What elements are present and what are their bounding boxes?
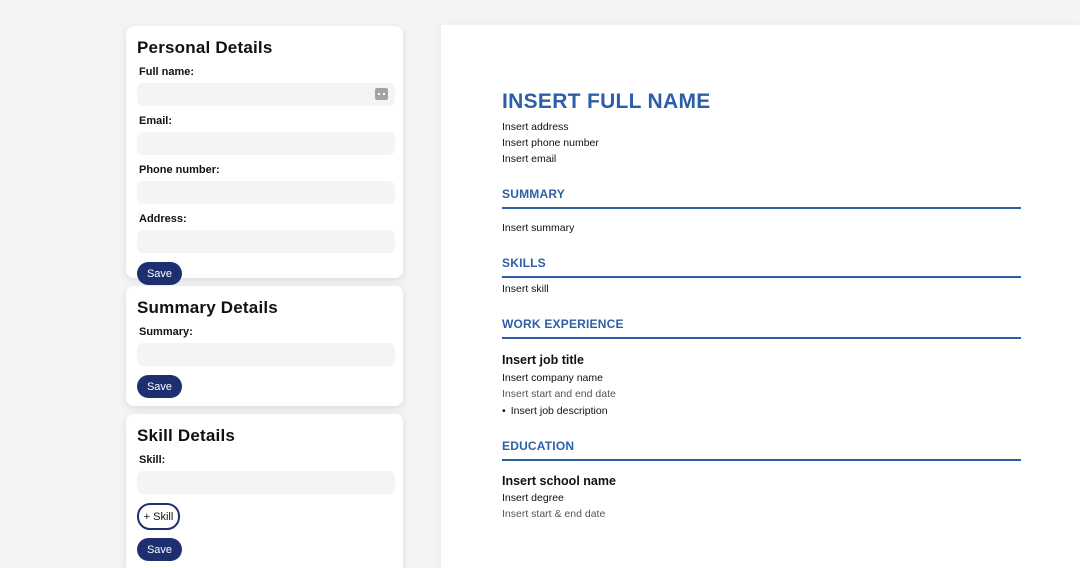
- resume-email: Insert email: [502, 153, 557, 165]
- personal-details-card: Personal Details Full name: Email: Phone…: [126, 26, 403, 285]
- resume-school: Insert school name: [502, 474, 616, 488]
- add-skill-button[interactable]: + Skill: [137, 503, 180, 530]
- phone-label: Phone number:: [139, 164, 220, 176]
- summary-save-button[interactable]: Save: [137, 375, 182, 398]
- password-key-icon[interactable]: [375, 88, 388, 100]
- summary-label: Summary:: [139, 326, 193, 338]
- personal-save-button[interactable]: Save: [137, 262, 182, 285]
- resume-skills-heading: SKILLS: [502, 256, 1021, 278]
- summary-details-title: Summary Details: [137, 298, 278, 317]
- skill-details-card: Skill Details Skill: + Skill Save: [126, 414, 403, 568]
- full-name-input[interactable]: [137, 83, 395, 106]
- resume-skill-text: Insert skill: [502, 283, 549, 295]
- resume-summary-text: Insert summary: [502, 222, 575, 234]
- phone-input[interactable]: [137, 181, 395, 204]
- resume-job-title: Insert job title: [502, 353, 584, 367]
- resume-preview: INSERT FULL NAME Insert address Insert p…: [441, 25, 1080, 568]
- resume-work-heading: WORK EXPERIENCE: [502, 317, 1021, 339]
- address-input[interactable]: [137, 230, 395, 253]
- resume-phone: Insert phone number: [502, 137, 599, 149]
- resume-job-description: Insert job description: [502, 405, 608, 417]
- personal-details-title: Personal Details: [137, 38, 273, 57]
- resume-name: INSERT FULL NAME: [502, 90, 711, 113]
- resume-address: Insert address: [502, 121, 569, 133]
- full-name-label: Full name:: [139, 66, 195, 78]
- summary-details-card: Summary Details Summary: Save: [126, 286, 403, 406]
- summary-input[interactable]: [137, 343, 395, 366]
- resume-degree: Insert degree: [502, 492, 564, 504]
- skill-input[interactable]: [137, 471, 395, 494]
- resume-education-heading: EDUCATION: [502, 439, 1021, 461]
- resume-summary-heading: SUMMARY: [502, 187, 1021, 209]
- resume-school-dates: Insert start & end date: [502, 508, 606, 520]
- resume-job-dates: Insert start and end date: [502, 388, 616, 400]
- resume-company: Insert company name: [502, 372, 603, 384]
- email-label: Email:: [139, 115, 173, 127]
- email-input[interactable]: [137, 132, 395, 155]
- address-label: Address:: [139, 213, 187, 225]
- skill-details-title: Skill Details: [137, 426, 236, 445]
- skill-save-button[interactable]: Save: [137, 538, 182, 561]
- skill-label: Skill:: [139, 454, 166, 466]
